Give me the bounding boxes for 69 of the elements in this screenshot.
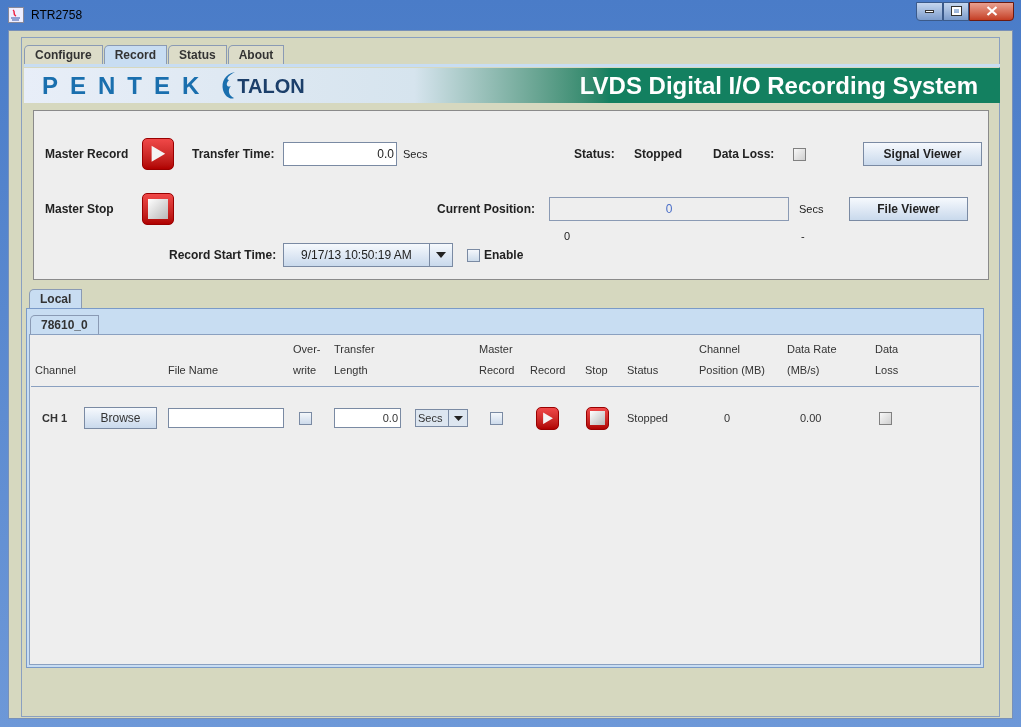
browse-button[interactable]: Browse (84, 407, 157, 429)
column-header: Over- write (293, 342, 322, 378)
field-label: Record Start Time: (169, 247, 278, 264)
tab[interactable]: Record (103, 45, 167, 64)
record-button[interactable] (536, 406, 559, 430)
master-stop-button[interactable] (142, 193, 174, 225)
position-cell-text: 0 (723, 410, 732, 426)
scale-max-label: - (801, 229, 805, 245)
unit-label: Secs (799, 201, 825, 217)
master-record-checkbox[interactable] (490, 411, 503, 425)
close-button[interactable] (969, 1, 1014, 21)
transfer-length-field[interactable]: 0.0 (334, 408, 401, 428)
data-loss-indicator[interactable] (879, 411, 892, 425)
column-header: Stop (585, 363, 609, 378)
column-header: Status (627, 363, 660, 378)
maximize-button[interactable] (943, 1, 969, 21)
transfer-time-field[interactable]: 0.0 (283, 142, 397, 166)
checkbox-label: Enable (484, 247, 524, 264)
column-header: Record (530, 363, 567, 378)
dropdown-caret-icon (436, 252, 446, 258)
tab[interactable]: Status (168, 45, 227, 64)
window-title: RTR2758 (31, 7, 83, 24)
file-name-field[interactable] (168, 408, 284, 428)
field-label: Transfer Time: (192, 146, 276, 163)
dropdown-caret-icon (453, 415, 463, 421)
field-label: Master Stop (45, 201, 115, 218)
field-label: Master Record (45, 146, 130, 163)
stop-icon (148, 199, 168, 219)
signal-viewer-button[interactable]: Signal Viewer (863, 142, 982, 166)
field-label: Current Position: (436, 201, 536, 218)
field-label: Data Loss: (713, 146, 776, 163)
app-icon (8, 7, 24, 23)
column-header: Channel Position (MB) (699, 342, 767, 378)
play-icon (541, 411, 554, 425)
field-label: Status: (574, 146, 616, 163)
data-rate-cell-text: 0.00 (799, 410, 823, 426)
product-logo-text: TALON (237, 73, 305, 99)
close-icon (985, 6, 998, 16)
column-header: File Name (168, 363, 220, 378)
column-header: Data Loss (875, 342, 900, 378)
enable-checkbox[interactable] (467, 248, 480, 262)
brand-logo-text: PENTEK (42, 72, 212, 99)
tab[interactable]: Local (29, 289, 83, 308)
unit-dropdown[interactable]: Secs (415, 409, 468, 427)
data-loss-indicator[interactable] (793, 147, 806, 161)
minimize-icon (925, 9, 934, 13)
tab[interactable]: 78610_0 (30, 315, 99, 334)
stop-button[interactable] (586, 406, 609, 430)
maximize-icon (951, 7, 961, 15)
banner-title: LVDS Digital I/O Recording System (579, 70, 978, 101)
scale-min-label: 0 (564, 229, 572, 245)
column-header: Channel (35, 363, 77, 378)
current-position-display: 0 (549, 197, 789, 221)
record-start-time-dropdown[interactable]: 9/17/13 10:50:19 AM (283, 243, 453, 267)
tab[interactable]: About (227, 45, 285, 64)
status-value: Stopped (634, 146, 683, 163)
channel-label: CH 1 (41, 410, 69, 426)
status-cell-text: Stopped (627, 410, 669, 426)
file-viewer-button[interactable]: File Viewer (849, 197, 968, 221)
tab[interactable]: Configure (24, 45, 103, 64)
master-record-button[interactable] (142, 138, 174, 170)
minimize-button[interactable] (916, 1, 943, 21)
column-header: Data Rate (MB/s) (787, 342, 838, 378)
play-icon (150, 145, 166, 163)
column-header: Master Record (479, 342, 516, 378)
column-header: Transfer Length (334, 342, 376, 378)
unit-label: Secs (403, 146, 428, 162)
overwrite-checkbox[interactable] (299, 411, 312, 425)
stop-icon (590, 410, 605, 426)
